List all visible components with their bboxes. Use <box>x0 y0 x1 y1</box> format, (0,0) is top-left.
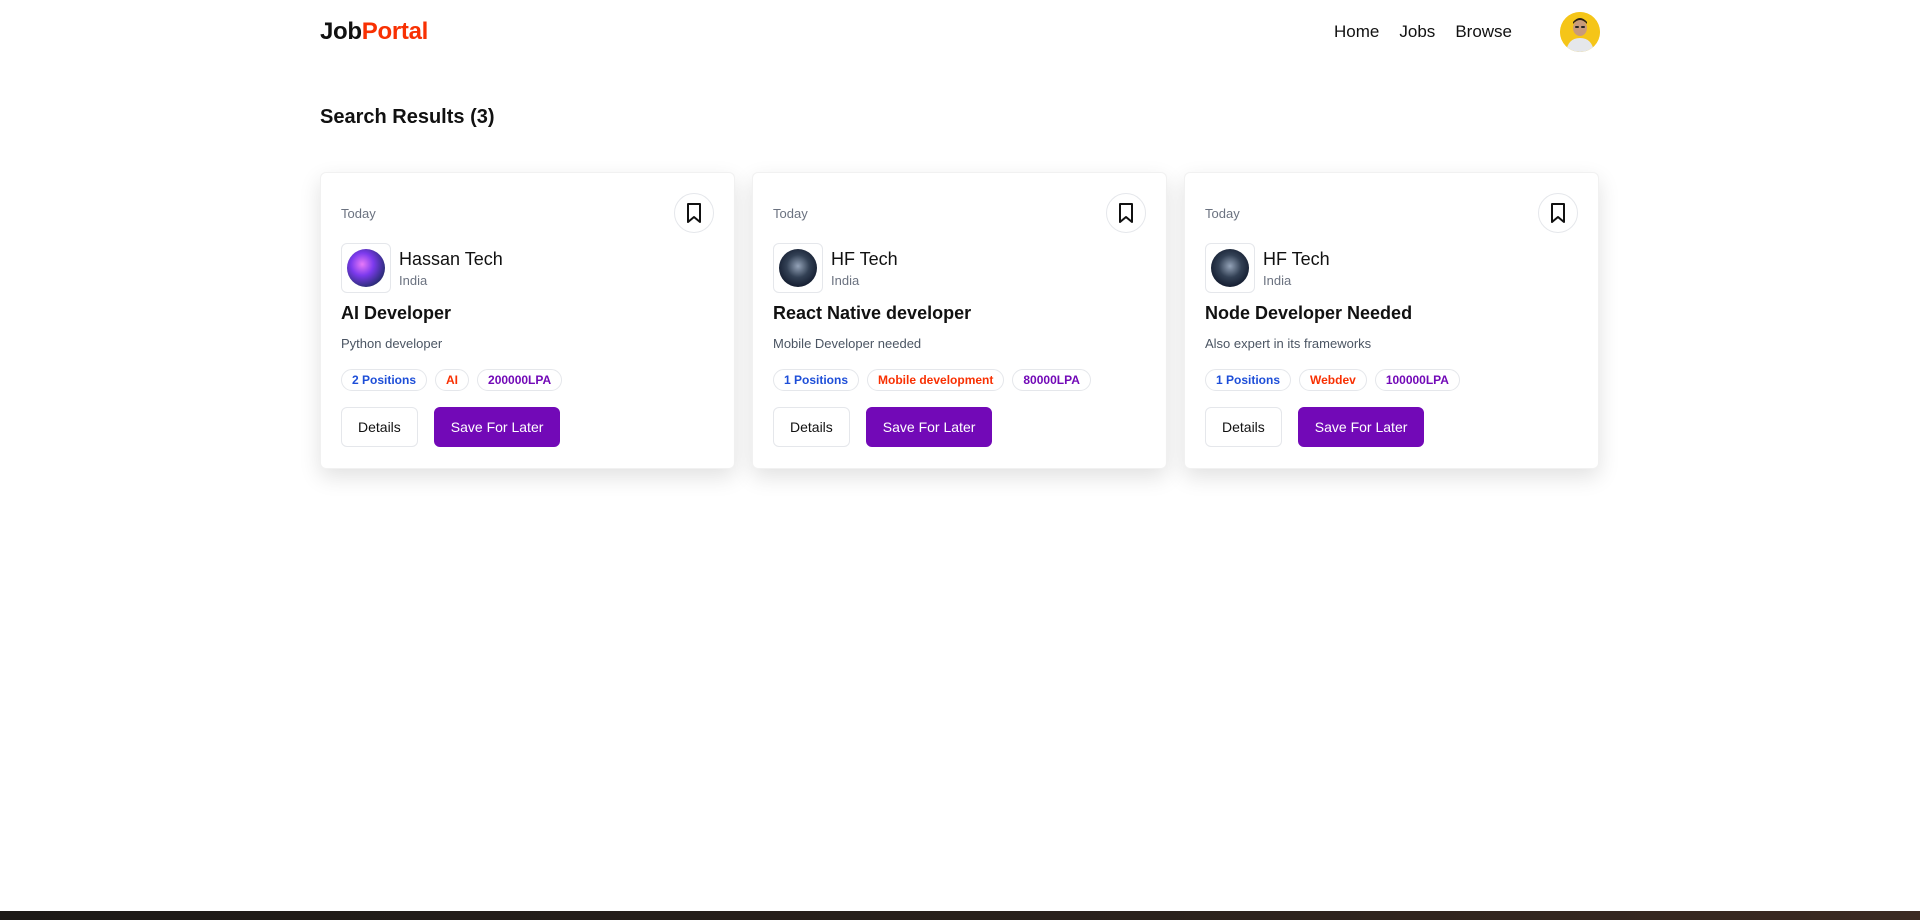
job-badges: 2 Positions AI 200000LPA <box>341 369 714 391</box>
job-card: Today HF Tech India React Native develop… <box>752 172 1167 469</box>
company-name: Hassan Tech <box>399 248 503 269</box>
job-title: Node Developer Needed <box>1205 303 1413 323</box>
company-location: India <box>831 272 860 288</box>
company-logo <box>1211 249 1249 287</box>
nav-link-jobs[interactable]: Jobs <box>1399 22 1435 42</box>
job-type-badge: Mobile development <box>867 369 1005 391</box>
positions-badge: 2 Positions <box>341 369 428 391</box>
salary-badge: 200000LPA <box>477 369 563 391</box>
nav-link-home[interactable]: Home <box>1334 22 1379 42</box>
nav-right: Home Jobs Browse <box>1334 12 1600 52</box>
bookmark-icon <box>1119 203 1133 223</box>
navbar: JobPortal Home Jobs Browse <box>320 0 1600 64</box>
bookmark-icon <box>1551 203 1565 223</box>
posted-date: Today <box>1205 205 1240 221</box>
logo[interactable]: JobPortal <box>320 18 428 46</box>
details-button[interactable]: Details <box>341 407 418 447</box>
bookmark-icon <box>687 203 701 223</box>
search-results-title: Search Results (3) <box>320 106 495 128</box>
posted-date: Today <box>341 205 376 221</box>
bookmark-button[interactable] <box>1538 193 1578 233</box>
job-description: Mobile Developer needed <box>773 336 922 351</box>
details-button[interactable]: Details <box>773 407 850 447</box>
company-location: India <box>399 272 428 288</box>
company-name: HF Tech <box>1263 248 1330 269</box>
job-description: Python developer <box>341 336 443 351</box>
job-title: React Native developer <box>773 303 972 323</box>
job-badges: 1 Positions Webdev 100000LPA <box>1205 369 1578 391</box>
avatar-figure-icon <box>1560 12 1600 52</box>
salary-badge: 100000LPA <box>1374 369 1460 391</box>
save-for-later-button[interactable]: Save For Later <box>1297 407 1425 447</box>
positions-badge: 1 Positions <box>1205 369 1292 391</box>
job-badges: 1 Positions Mobile development 80000LPA <box>773 369 1146 391</box>
job-card: Today HF Tech India Node Developer Neede… <box>1184 172 1599 469</box>
job-type-badge: AI <box>435 369 470 391</box>
salary-badge: 80000LPA <box>1012 369 1091 391</box>
job-cards-grid: Today Hassan Tech India AI Developer Pyt… <box>320 172 1599 469</box>
company-name: HF Tech <box>831 248 898 269</box>
company-location: India <box>1263 272 1292 288</box>
company-logo-button[interactable] <box>773 243 823 293</box>
job-description: Also expert in its frameworks <box>1205 336 1372 351</box>
bookmark-button[interactable] <box>674 193 714 233</box>
posted-date: Today <box>773 205 808 221</box>
company-logo-button[interactable] <box>341 243 391 293</box>
company-logo <box>347 249 385 287</box>
nav-links: Home Jobs Browse <box>1334 22 1512 42</box>
company-logo-button[interactable] <box>1205 243 1255 293</box>
logo-text: Job <box>320 18 362 45</box>
job-type-badge: Webdev <box>1299 369 1367 391</box>
save-for-later-button[interactable]: Save For Later <box>433 407 561 447</box>
save-for-later-button[interactable]: Save For Later <box>865 407 993 447</box>
taskbar-strip <box>0 911 1920 920</box>
company-logo <box>779 249 817 287</box>
user-avatar[interactable] <box>1560 12 1600 52</box>
job-card: Today Hassan Tech India AI Developer Pyt… <box>320 172 735 469</box>
bookmark-button[interactable] <box>1106 193 1146 233</box>
job-title: AI Developer <box>341 303 452 323</box>
nav-link-browse[interactable]: Browse <box>1455 22 1512 42</box>
details-button[interactable]: Details <box>1205 407 1282 447</box>
logo-accent-text: Portal <box>361 18 429 45</box>
positions-badge: 1 Positions <box>773 369 860 391</box>
